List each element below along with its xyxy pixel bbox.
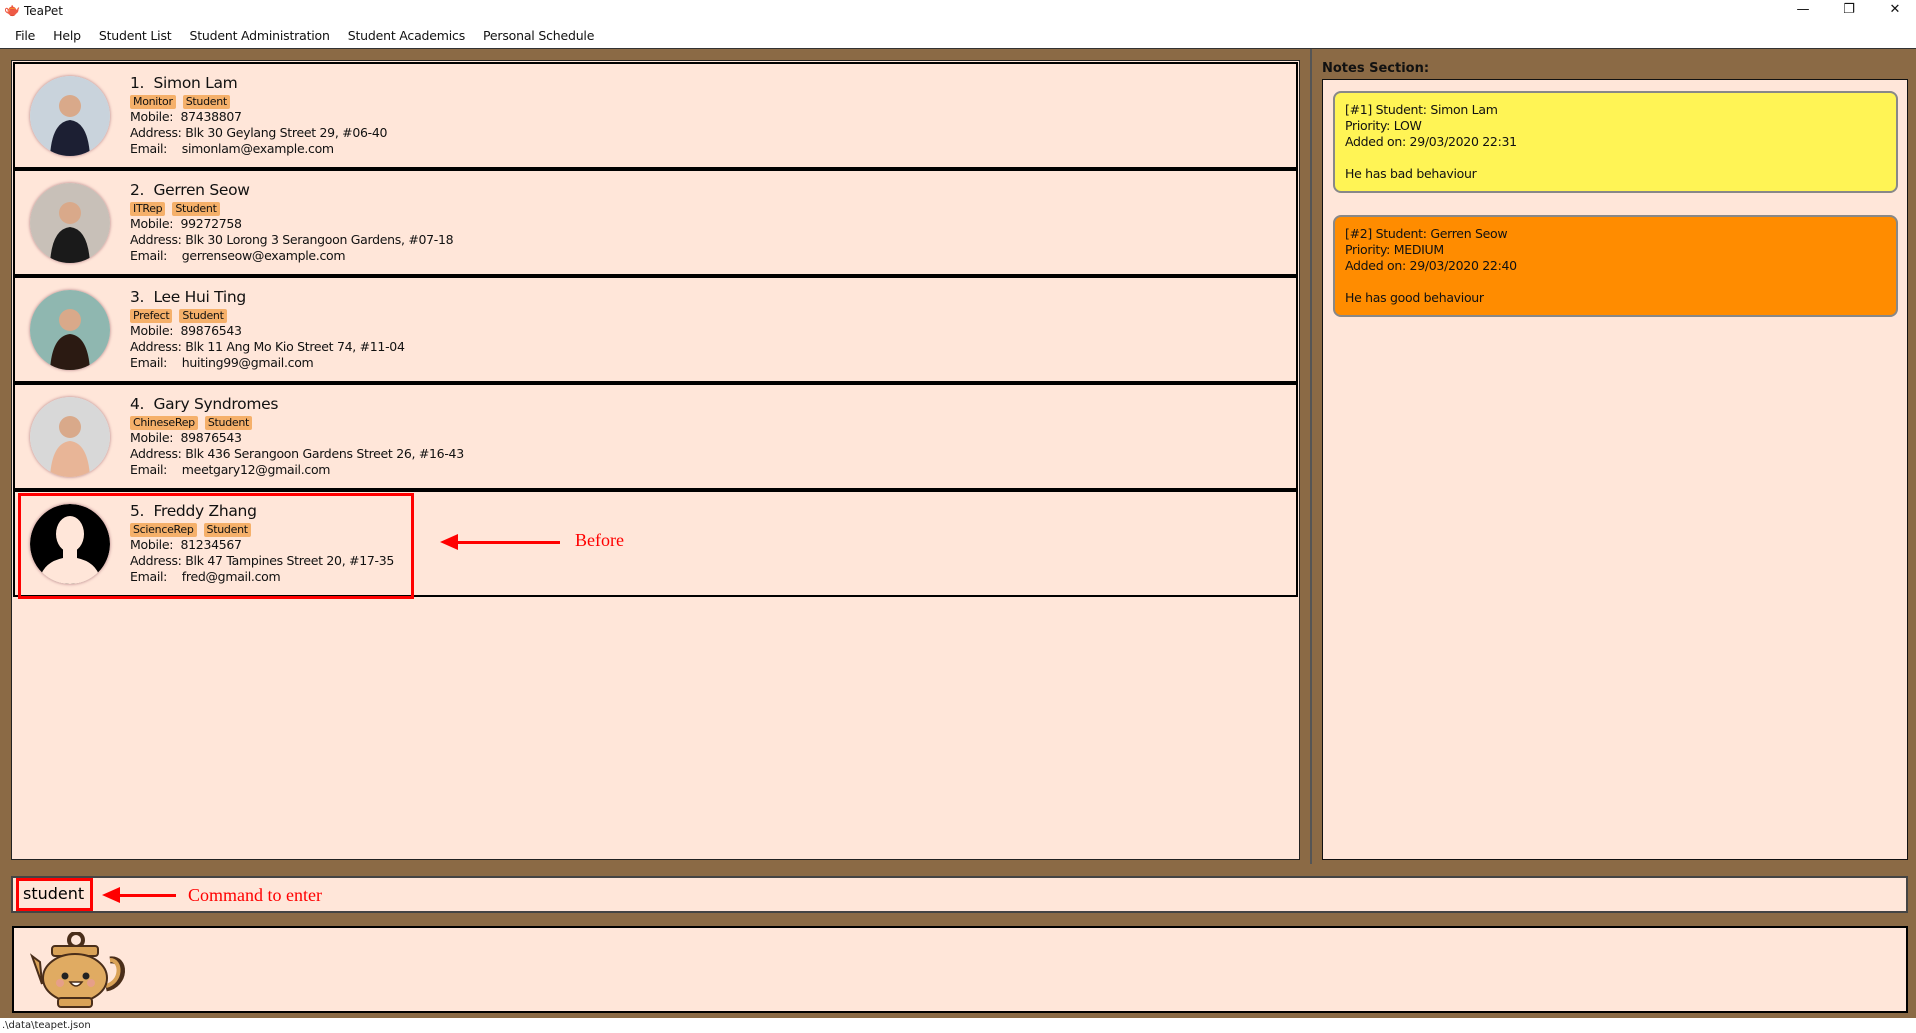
address-label: Address: xyxy=(130,339,182,354)
tag-badge: Prefect xyxy=(130,309,173,323)
address-label: Address: xyxy=(130,446,182,461)
student-mobile: 89876543 xyxy=(180,430,242,445)
address-label: Address: xyxy=(130,232,182,247)
menu-file[interactable]: File xyxy=(15,24,35,48)
before-arrow-icon xyxy=(440,534,560,550)
student-email: huiting99@gmail.com xyxy=(181,355,314,370)
note-priority: Priority: LOW xyxy=(1345,118,1422,133)
restore-button[interactable]: ❐ xyxy=(1826,0,1872,22)
command-annotation: Command to enter xyxy=(188,885,322,905)
tag-badge: Monitor xyxy=(130,95,176,109)
teapot-logo-icon: 🫖 xyxy=(4,3,21,18)
result-display xyxy=(12,926,1908,1013)
mobile-label: Mobile: xyxy=(130,216,174,231)
student-email: simonlam@example.com xyxy=(181,141,334,156)
student-card[interactable]: 2. Gerren Seow ITRep Student Mobile: 9927… xyxy=(13,169,1298,276)
student-name: Gary Syndromes xyxy=(153,395,279,413)
student-card[interactable]: 1. Simon Lam Monitor Student Mobile: 8743… xyxy=(13,62,1298,169)
main-area: 1. Simon Lam Monitor Student Mobile: 8743… xyxy=(0,48,1916,1018)
tag-badge: Student xyxy=(204,416,253,430)
student-mobile: 87438807 xyxy=(180,109,242,124)
address-label: Address: xyxy=(130,125,182,140)
student-address: Blk 30 Geylang Street 29, #06-40 xyxy=(185,125,388,140)
tag-badge: ITRep xyxy=(130,202,166,216)
email-label: Email: xyxy=(130,141,168,156)
student-avatar xyxy=(30,183,110,263)
student-avatar xyxy=(30,290,110,370)
notes-section-label: Notes Section: xyxy=(1322,61,1430,76)
student-address: Blk 30 Lorong 3 Serangoon Gardens, #07-1… xyxy=(185,232,454,247)
tag-badge: ChineseRep xyxy=(130,416,198,430)
before-annotation: Before xyxy=(575,530,624,550)
notes-panel: [#1] Student: Simon Lam Priority: LOW Ad… xyxy=(1322,79,1908,860)
note-card[interactable]: [#1] Student: Simon Lam Priority: LOW Ad… xyxy=(1333,91,1898,193)
note-header: [#2] Student: Gerren Seow xyxy=(1345,226,1508,241)
student-mobile: 99272758 xyxy=(180,216,242,231)
student-mobile: 89876543 xyxy=(180,323,242,338)
command-highlight-box xyxy=(16,878,93,911)
note-priority: Priority: MEDIUM xyxy=(1345,242,1444,257)
teapet-mascot-icon xyxy=(30,932,125,1008)
note-added: Added on: 29/03/2020 22:31 xyxy=(1345,134,1517,149)
student-avatar xyxy=(30,397,110,477)
student-index: 4. xyxy=(130,395,145,413)
command-arrow-icon xyxy=(102,887,176,903)
student-card[interactable]: 3. Lee Hui Ting Prefect Student Mobile: 8… xyxy=(13,276,1298,383)
close-button[interactable]: ✕ xyxy=(1872,0,1916,22)
note-added: Added on: 29/03/2020 22:40 xyxy=(1345,258,1517,273)
menu-help[interactable]: Help xyxy=(53,24,81,48)
student-card[interactable]: 4. Gary Syndromes ChineseRep Student Mobi… xyxy=(13,383,1298,490)
menu-student-list[interactable]: Student List xyxy=(99,24,172,48)
student-avatar xyxy=(30,76,110,156)
student-address: Blk 436 Serangoon Gardens Street 26, #16… xyxy=(185,446,464,461)
student-name: Gerren Seow xyxy=(153,181,250,199)
student-email: meetgary12@gmail.com xyxy=(181,462,331,477)
note-content: He has bad behaviour xyxy=(1345,166,1477,181)
student-name: Lee Hui Ting xyxy=(153,288,246,306)
before-highlight-box xyxy=(18,493,414,599)
mobile-label: Mobile: xyxy=(130,430,174,445)
student-address: Blk 11 Ang Mo Kio Street 74, #11-04 xyxy=(185,339,405,354)
mobile-label: Mobile: xyxy=(130,109,174,124)
student-list[interactable]: 1. Simon Lam Monitor Student Mobile: 8743… xyxy=(11,60,1300,860)
email-label: Email: xyxy=(130,355,168,370)
minimize-button[interactable]: — xyxy=(1780,0,1826,22)
email-label: Email: xyxy=(130,462,168,477)
menu-student-administration[interactable]: Student Administration xyxy=(189,24,329,48)
student-name: Simon Lam xyxy=(153,74,238,92)
student-index: 2. xyxy=(130,181,145,199)
window-title: TeaPet xyxy=(24,4,63,18)
tag-badge: Student xyxy=(172,202,220,216)
tag-badge: Student xyxy=(182,95,230,109)
tag-badge: Student xyxy=(179,309,227,323)
menu-personal-schedule[interactable]: Personal Schedule xyxy=(483,24,594,48)
student-index: 1. xyxy=(130,74,145,92)
note-content: He has good behaviour xyxy=(1345,290,1484,305)
note-header: [#1] Student: Simon Lam xyxy=(1345,102,1498,117)
email-label: Email: xyxy=(130,248,168,263)
title-bar: 🫖 TeaPet — ❐ ✕ xyxy=(0,0,1916,24)
status-bar-path: .\data\teapet.json xyxy=(2,1020,91,1031)
note-card[interactable]: [#2] Student: Gerren Seow Priority: MEDI… xyxy=(1333,215,1898,317)
student-email: gerrenseow@example.com xyxy=(181,248,346,263)
panel-divider[interactable] xyxy=(1310,49,1312,864)
menu-student-academics[interactable]: Student Academics xyxy=(348,24,466,48)
mobile-label: Mobile: xyxy=(130,323,174,338)
student-index: 3. xyxy=(130,288,145,306)
menu-bar: File Help Student List Student Administr… xyxy=(0,24,1916,48)
